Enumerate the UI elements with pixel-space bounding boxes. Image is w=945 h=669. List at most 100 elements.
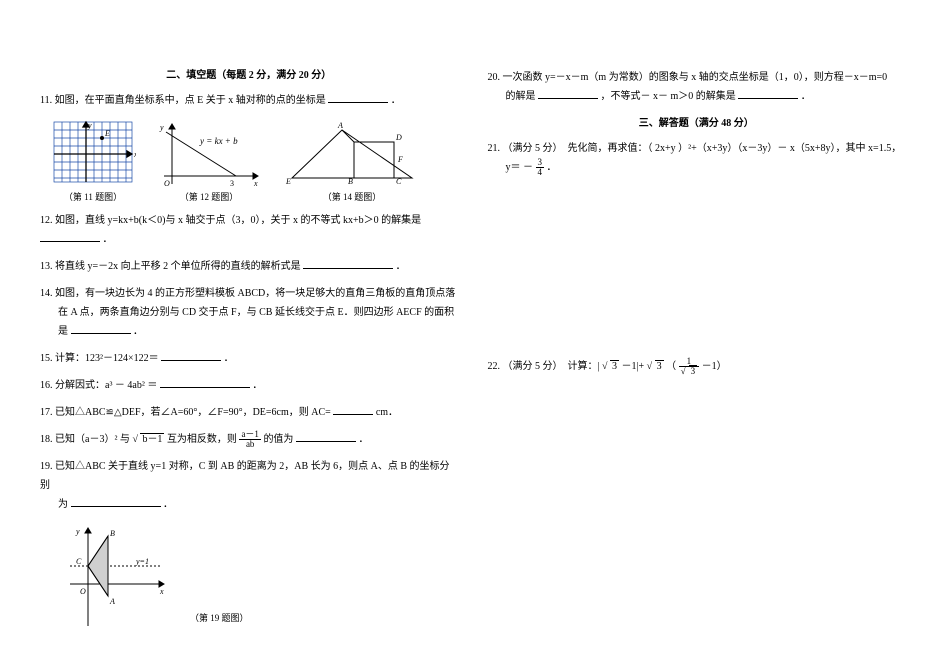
fig12-O: O [164, 179, 170, 188]
q21-t1: （满分 5 分） 先化简，再求值：（ 2x+y ）²+（x+3y）（x－3y）－… [503, 143, 902, 154]
q14: 14. 如图，有一块边长为 4 的正方形塑料模板 ABCD，将一块足够大的直角三… [40, 284, 458, 341]
q13: 13. 将直线 y=－2x 向上平移 2 个单位所得的直线的解析式是 ． [40, 257, 458, 276]
f14-E: E [285, 177, 291, 186]
q22-t1: （满分 5 分） 计算：| [503, 361, 603, 372]
fig12-svg: O 3 x y y = kx + b [154, 118, 264, 188]
q20-num: 20. [488, 72, 501, 83]
fig12-x: x [253, 179, 258, 188]
q16-text: 分解因式：a³ － 4ab² ＝ [55, 380, 157, 391]
q16-num: 16. [40, 380, 53, 391]
q14-blank [71, 323, 131, 334]
f19-y: y [75, 527, 80, 536]
fig-11: E x y （第 11 题图） [50, 118, 136, 203]
f14-D: D [395, 133, 402, 142]
q18-blank [296, 431, 356, 442]
q11-blank [328, 92, 388, 103]
q17-num: 17. [40, 407, 53, 418]
fig19-row: B A C O x y y=1 （第 19 题图） [60, 522, 458, 632]
f19-B: B [110, 529, 115, 538]
fig14-cap: （第 14 题图） [282, 190, 422, 203]
q21-post: ． [547, 162, 557, 173]
q19-t2: 为 [40, 499, 68, 510]
q21-frac: 3 4 [536, 158, 545, 177]
q18-fd: ab [239, 440, 261, 449]
figure-row: E x y （第 11 题图） O 3 x [50, 118, 458, 203]
q16-post: ． [252, 380, 262, 391]
q13-text: 将直线 y=－2x 向上平移 2 个单位所得的直线的解析式是 [55, 261, 301, 272]
q14-post: ． [133, 326, 143, 337]
q21-fd: 4 [536, 168, 545, 177]
q11: 11. 如图，在平面直角坐标系中，点 E 关于 x 轴对称的点的坐标是 ． [40, 91, 458, 110]
q15-blank [161, 350, 221, 361]
q19-t1: 已知△ABC 关于直线 y=1 对称，C 到 AB 的距离为 2，AB 长为 6… [40, 461, 450, 491]
q18-t2: 互为相反数，则 [167, 434, 240, 445]
q22-s2: 3 [655, 360, 664, 372]
fig12-lbl: y = kx + b [199, 136, 238, 146]
fig12-cap: （第 12 题图） [154, 190, 264, 203]
q20-t2: 的解是 [488, 91, 536, 102]
sqrt-icon-2: 3 [602, 357, 619, 376]
section-2-title: 二、填空题（每题 2 分，满分 20 分） [40, 66, 458, 81]
q19-post: ． [163, 499, 173, 510]
q11-text: 如图，在平面直角坐标系中，点 E 关于 x 轴对称的点的坐标是 [55, 95, 326, 106]
q12-blank [40, 231, 100, 242]
q19-num: 19. [40, 461, 53, 472]
f19-A: A [109, 597, 115, 606]
f19-O: O [80, 587, 86, 596]
q15-post: ． [224, 353, 234, 364]
q12-text: 如图，直线 y=kx+b(k＜0)与 x 轴交于点（3，0），关于 x 的不等式… [55, 215, 421, 226]
q14-t1: 如图，有一块边长为 4 的正方形塑料模板 ABCD，将一块足够大的直角三角板的直… [55, 288, 455, 299]
f19-C: C [76, 557, 82, 566]
q20-t1: 一次函数 y=－x－m（m 为常数）的图象与 x 轴的交点坐标是（1，0），则方… [503, 72, 888, 83]
q22-s1: 3 [610, 360, 619, 372]
f14-B: B [348, 177, 353, 186]
q13-post: ． [396, 261, 406, 272]
q20-post: ． [801, 91, 811, 102]
q12-num: 12. [40, 215, 53, 226]
q17-post: cm． [376, 407, 398, 418]
q22-t4: －1） [702, 361, 727, 372]
q20-t3: ，不等式－ x－ m＞0 的解集是 [601, 91, 736, 102]
q22-fds: 3 [689, 365, 698, 376]
q18-post: ． [358, 434, 368, 445]
q20-blank1 [538, 88, 598, 99]
q14-num: 14. [40, 288, 53, 299]
q14-t3: 是 [40, 326, 68, 337]
q22-t3: （ [666, 361, 676, 372]
q22: 22. （满分 5 分） 计算：| 3 －1|+ 3 （ 1 3 －1） [488, 357, 906, 376]
q18-frac: a－1 ab [239, 430, 261, 449]
q18-t1: 已知（a－3）² 与 [55, 434, 132, 445]
q11-post: ． [391, 95, 401, 106]
svg-text:x: x [133, 150, 136, 159]
fig19-cap: （第 19 题图） [190, 611, 249, 624]
fig19-svg: B A C O x y y=1 [60, 522, 170, 632]
q14-t2: 在 A 点，两条直角边分别与 CD 交于点 F，与 CB 延长线交于点 E．则四… [40, 307, 454, 318]
q22-frac: 1 3 [679, 357, 700, 376]
q15: 15. 计算：123²－124×122＝ ． [40, 349, 458, 368]
sqrt-icon-4: 3 [681, 367, 698, 376]
fig11-cap: （第 11 题图） [50, 190, 136, 203]
q19-blank [71, 496, 161, 507]
q22-t2: －1|+ [622, 361, 645, 372]
q18: 18. 已知（a－3）² 与 b－1 互为相反数，则 a－1 ab 的值为 ． [40, 430, 458, 449]
q16-blank [160, 377, 250, 388]
fig12-y: y [159, 123, 164, 132]
q17: 17. 已知△ABC≌△DEF，若∠A=60°，∠F=90°，DE=6cm，则 … [40, 403, 458, 422]
f19-x: x [159, 587, 164, 596]
q11-num: 11. [40, 95, 52, 106]
q19: 19. 已知△ABC 关于直线 y=1 对称，C 到 AB 的距离为 2，AB … [40, 457, 458, 514]
f14-C: C [396, 177, 402, 186]
sqrt-icon-3: 3 [647, 357, 664, 376]
fig-12: O 3 x y y = kx + b （第 12 题图） [154, 118, 264, 203]
sqrt-icon: b－1 [132, 430, 164, 449]
section-3-title: 三、解答题（满分 48 分） [488, 114, 906, 129]
f14-A: A [337, 121, 343, 130]
q21-num: 21. [488, 143, 501, 154]
fig14-svg: E B C A D F [282, 118, 422, 188]
q20: 20. 一次函数 y=－x－m（m 为常数）的图象与 x 轴的交点坐标是（1，0… [488, 68, 906, 106]
q13-num: 13. [40, 261, 53, 272]
q12-post: ． [103, 234, 113, 245]
fig-14: E B C A D F （第 14 题图） [282, 118, 422, 203]
q13-blank [303, 258, 393, 269]
f19-line: y=1 [135, 557, 149, 566]
